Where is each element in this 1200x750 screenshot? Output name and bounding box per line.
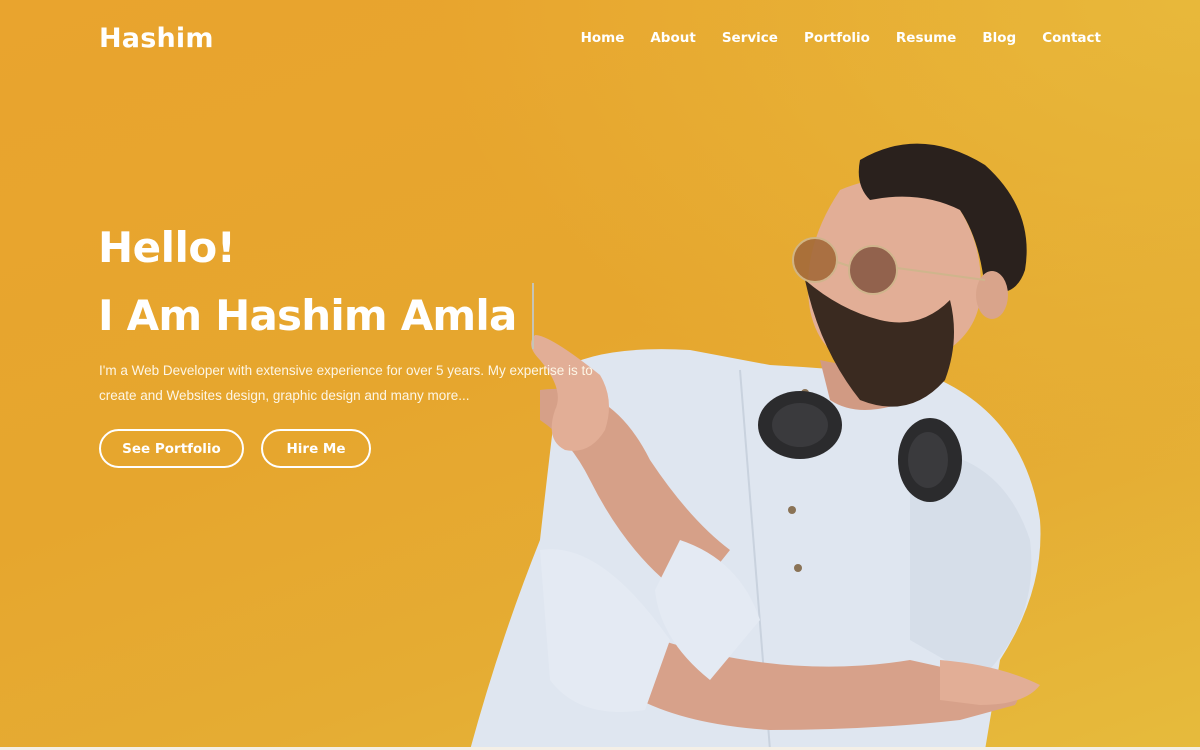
nav-item-home[interactable]: Home (581, 30, 625, 46)
hero-headline: I Am Hashim Amla (98, 291, 517, 340)
nav-item-blog[interactable]: Blog (982, 30, 1016, 46)
nav-item-resume[interactable]: Resume (896, 30, 956, 46)
nav-item-contact[interactable]: Contact (1042, 30, 1101, 46)
typing-caret (532, 283, 534, 349)
shirt-button (794, 564, 802, 572)
hire-me-button[interactable]: Hire Me (261, 429, 371, 468)
sunglasses-lens-right (848, 245, 898, 295)
site-logo[interactable]: Hashim (99, 23, 214, 54)
nav-item-about[interactable]: About (650, 30, 695, 46)
hero-portrait (470, 143, 1041, 750)
hero-description: I'm a Web Developer with extensive exper… (99, 363, 593, 403)
see-portfolio-button[interactable]: See Portfolio (99, 429, 244, 468)
sunglasses-lens-left (792, 237, 838, 283)
hero-greeting: Hello! (98, 223, 236, 272)
main-nav: Home About Service Portfolio Resume Blog… (555, 30, 1101, 46)
shirt-button (788, 506, 796, 514)
nav-item-service[interactable]: Service (722, 30, 778, 46)
nav-item-portfolio[interactable]: Portfolio (804, 30, 870, 46)
